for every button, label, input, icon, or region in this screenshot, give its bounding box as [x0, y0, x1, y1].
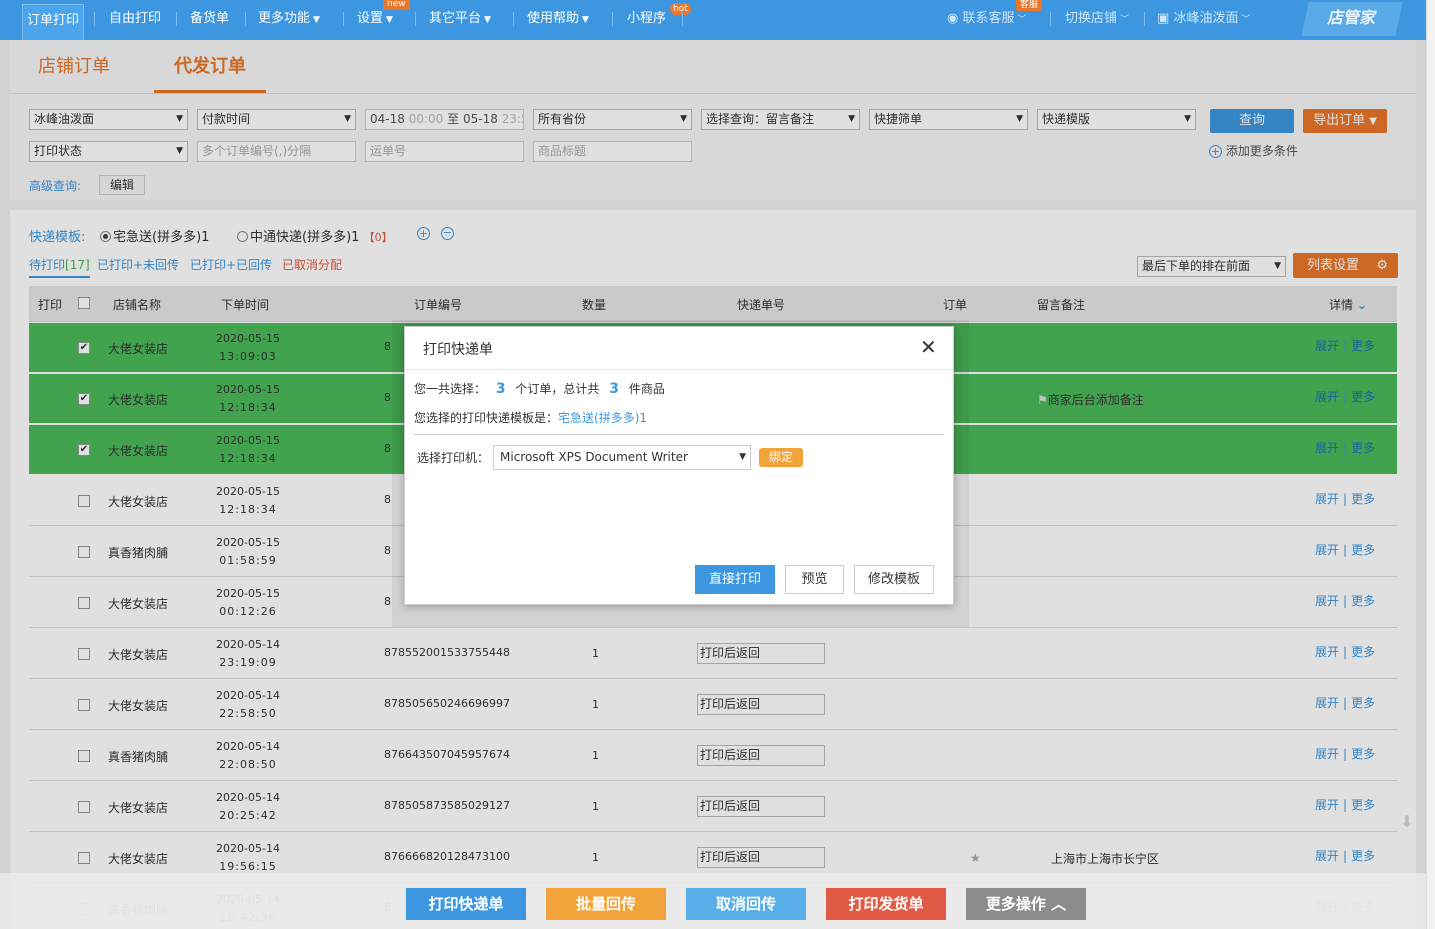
- scroll-to-bottom-icon[interactable]: ⬇: [1398, 812, 1416, 831]
- nav-more-features[interactable]: 更多功能 ▼: [258, 0, 320, 40]
- print-waybill-dialog: 打印快递单 ✕ 您一共选择： 3 个订单，总计共 3 件商品 您选择的打印快递模…: [404, 326, 954, 605]
- new-badge: new: [383, 0, 410, 10]
- nav-label: 设置: [357, 11, 384, 26]
- bind-printer-button[interactable]: 绑定: [759, 448, 803, 467]
- edit-template-button[interactable]: 修改模板: [854, 565, 934, 594]
- nav-other-platforms[interactable]: 其它平台 ▼: [429, 0, 491, 40]
- nav-label: 自由打印: [109, 11, 162, 26]
- hot-badge: hot: [670, 3, 691, 15]
- summary-mid: 个订单，总计共: [515, 382, 600, 396]
- template-name: 宅急送(拼多多)1: [558, 411, 648, 425]
- summary-suffix: 件商品: [628, 382, 665, 396]
- nav-divider: [94, 12, 95, 26]
- batch-return-button[interactable]: 批量回传: [546, 888, 666, 920]
- nav-label: 使用帮助: [527, 11, 580, 26]
- template-prefix: 您选择的打印快递模板是：: [414, 411, 559, 425]
- nav-mini-program[interactable]: 小程序: [627, 0, 666, 40]
- nav-order-print[interactable]: 订单打印: [22, 4, 85, 40]
- switch-shop-link[interactable]: 切换店铺 ﹀: [1065, 0, 1129, 40]
- headset-icon: ◉: [947, 11, 959, 26]
- dialog-divider: [414, 434, 944, 435]
- print-invoice-button[interactable]: 打印发货单: [826, 888, 946, 920]
- top-nav-bar: 订单打印 自由打印 备货单 更多功能 ▼ 设置 ▼ new 其它平台 ▼ 使用帮助 ▼ …: [0, 0, 1426, 40]
- page-scrollbar[interactable]: [1426, 0, 1435, 929]
- order-count: 3: [495, 381, 506, 397]
- chevron-down-icon: ﹀: [1241, 15, 1251, 25]
- chevron-down-icon: ﹀: [1120, 15, 1130, 25]
- chevron-down-icon: ▼: [582, 15, 589, 25]
- nav-label: 备货单: [190, 11, 230, 26]
- chevron-down-icon: ▼: [386, 15, 393, 25]
- chevron-down-icon: ▼: [313, 15, 320, 25]
- service-label: 联系客服: [962, 11, 1015, 26]
- nav-divider: [415, 12, 416, 26]
- nav-divider: [176, 12, 177, 26]
- nav-divider: [343, 12, 344, 26]
- selected-template-info: 您选择的打印快递模板是：宅急送(拼多多)1: [414, 409, 647, 426]
- contact-service-link[interactable]: ◉ 联系客服 ﹀: [947, 0, 1027, 40]
- chevron-down-icon: ▼: [484, 15, 491, 25]
- nav-divider: [513, 12, 514, 26]
- selection-summary: 您一共选择： 3 个订单，总计共 3 件商品: [414, 380, 665, 397]
- nav-divider: [1144, 12, 1145, 26]
- cancel-return-button[interactable]: 取消回传: [686, 888, 806, 920]
- account-menu[interactable]: ▣ 冰峰油泼面 ﹀: [1157, 0, 1250, 40]
- nav-divider: [1050, 12, 1051, 26]
- preview-button[interactable]: 预览: [785, 565, 844, 594]
- close-icon[interactable]: ✕: [920, 335, 937, 359]
- service-badge: 客服: [1016, 0, 1043, 11]
- nav-divider: [612, 12, 613, 26]
- nav-divider: [245, 12, 246, 26]
- nav-help[interactable]: 使用帮助 ▼: [527, 0, 589, 40]
- nav-label: 更多功能: [258, 11, 311, 26]
- nav-label: 其它平台: [429, 11, 482, 26]
- select-value: Microsoft XPS Document Writer: [500, 450, 688, 464]
- print-waybill-button[interactable]: 打印快递单: [406, 888, 526, 920]
- chevron-up-icon: ︿: [1051, 895, 1067, 913]
- switch-shop-label: 切换店铺: [1065, 11, 1118, 26]
- dialog-title: 打印快递单: [423, 342, 493, 358]
- nav-label: 小程序: [627, 11, 667, 26]
- item-count: 3: [609, 381, 620, 397]
- printer-label: 选择打印机：: [417, 451, 490, 465]
- nav-label: 订单打印: [27, 13, 80, 28]
- dropdown-arrow-icon: ▼: [739, 452, 746, 462]
- nav-divider: [682, 12, 683, 26]
- chevron-down-icon: ﹀: [1017, 15, 1027, 25]
- nav-free-print[interactable]: 自由打印: [109, 0, 161, 40]
- print-now-button[interactable]: 直接打印: [695, 565, 775, 594]
- more-actions-button[interactable]: 更多操作 ︿: [966, 888, 1086, 920]
- shop-icon: ▣: [1157, 11, 1170, 26]
- shop-name-label: 冰峰油泼面: [1173, 11, 1239, 26]
- more-actions-label: 更多操作: [985, 895, 1046, 913]
- summary-prefix: 您一共选择：: [414, 382, 487, 396]
- dialog-header: 打印快递单 ✕: [405, 327, 953, 370]
- nav-stock-list[interactable]: 备货单: [190, 0, 229, 40]
- printer-select[interactable]: Microsoft XPS Document Writer ▼: [493, 445, 751, 470]
- brand-logo: 店管家: [1301, 2, 1403, 36]
